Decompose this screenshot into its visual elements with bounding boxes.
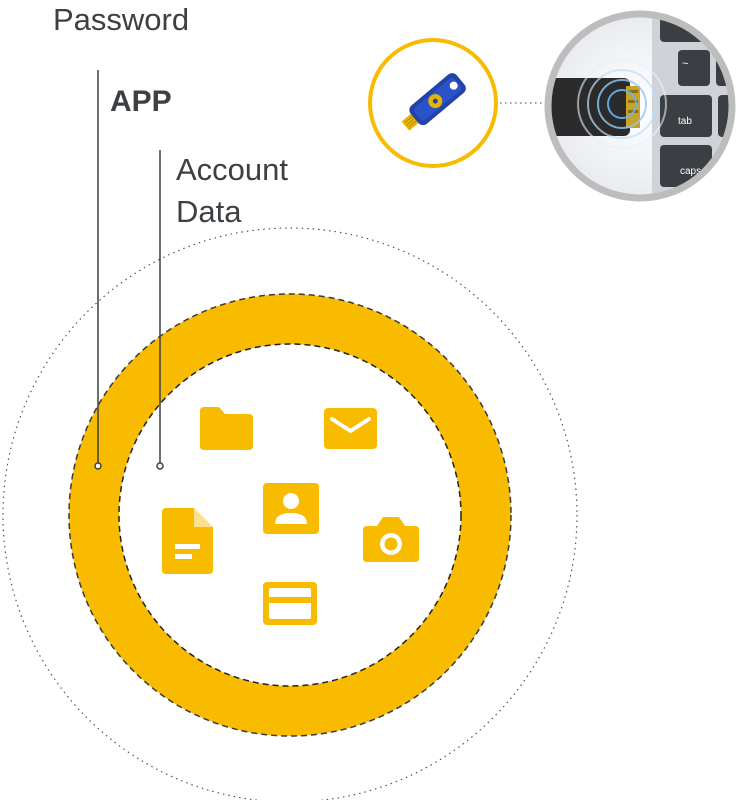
credit-card-icon <box>263 582 317 625</box>
security-key-badge <box>368 38 498 168</box>
key-tilde-label: ~ <box>682 58 688 70</box>
contact-icon <box>263 483 319 534</box>
security-key-photo: ~ tab caps <box>544 10 736 202</box>
mail-icon <box>324 408 377 449</box>
key-tab-label: tab <box>678 116 692 127</box>
